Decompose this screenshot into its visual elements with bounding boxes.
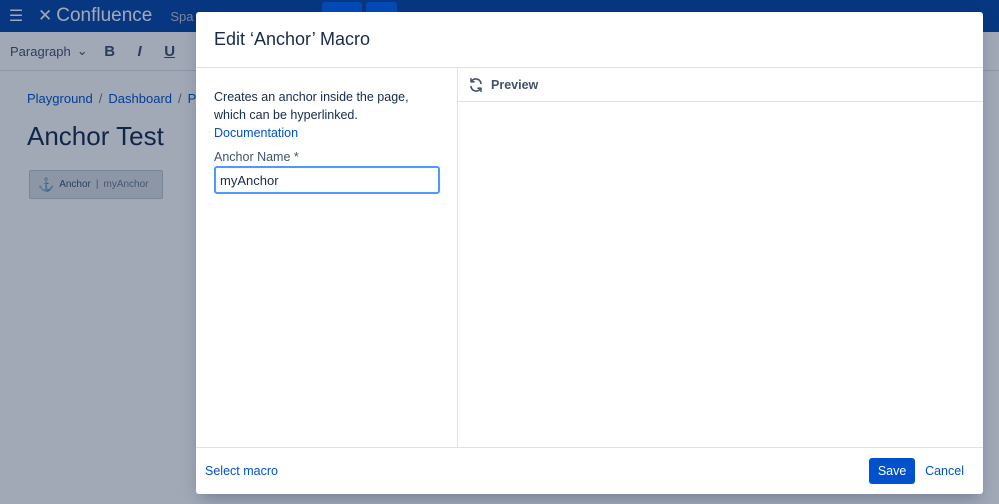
anchor-name-input[interactable] bbox=[214, 166, 440, 194]
dialog-title: Edit ‘Anchor’ Macro bbox=[214, 29, 371, 49]
preview-pane: Preview bbox=[458, 68, 983, 447]
edit-anchor-macro-dialog: Edit ‘Anchor’ Macro Creates an anchor in… bbox=[196, 12, 983, 494]
anchor-name-label: Anchor Name * bbox=[214, 150, 299, 164]
refresh-icon[interactable] bbox=[468, 77, 484, 93]
preview-label: Preview bbox=[491, 77, 539, 92]
dialog-footer: Select macro Save Cancel bbox=[196, 447, 983, 494]
dialog-header: Edit ‘Anchor’ Macro bbox=[196, 12, 983, 68]
macro-description: Creates an anchor inside the page, which… bbox=[214, 90, 409, 122]
preview-header: Preview bbox=[458, 68, 983, 102]
save-button[interactable]: Save bbox=[869, 458, 916, 484]
dialog-body: Creates an anchor inside the page, which… bbox=[196, 68, 983, 447]
documentation-link[interactable]: Documentation bbox=[214, 124, 439, 142]
select-macro-link[interactable]: Select macro bbox=[205, 464, 278, 478]
dialog-actions: Save Cancel bbox=[869, 458, 974, 484]
macro-parameters-pane: Creates an anchor inside the page, which… bbox=[196, 68, 458, 447]
cancel-button[interactable]: Cancel bbox=[925, 464, 964, 478]
